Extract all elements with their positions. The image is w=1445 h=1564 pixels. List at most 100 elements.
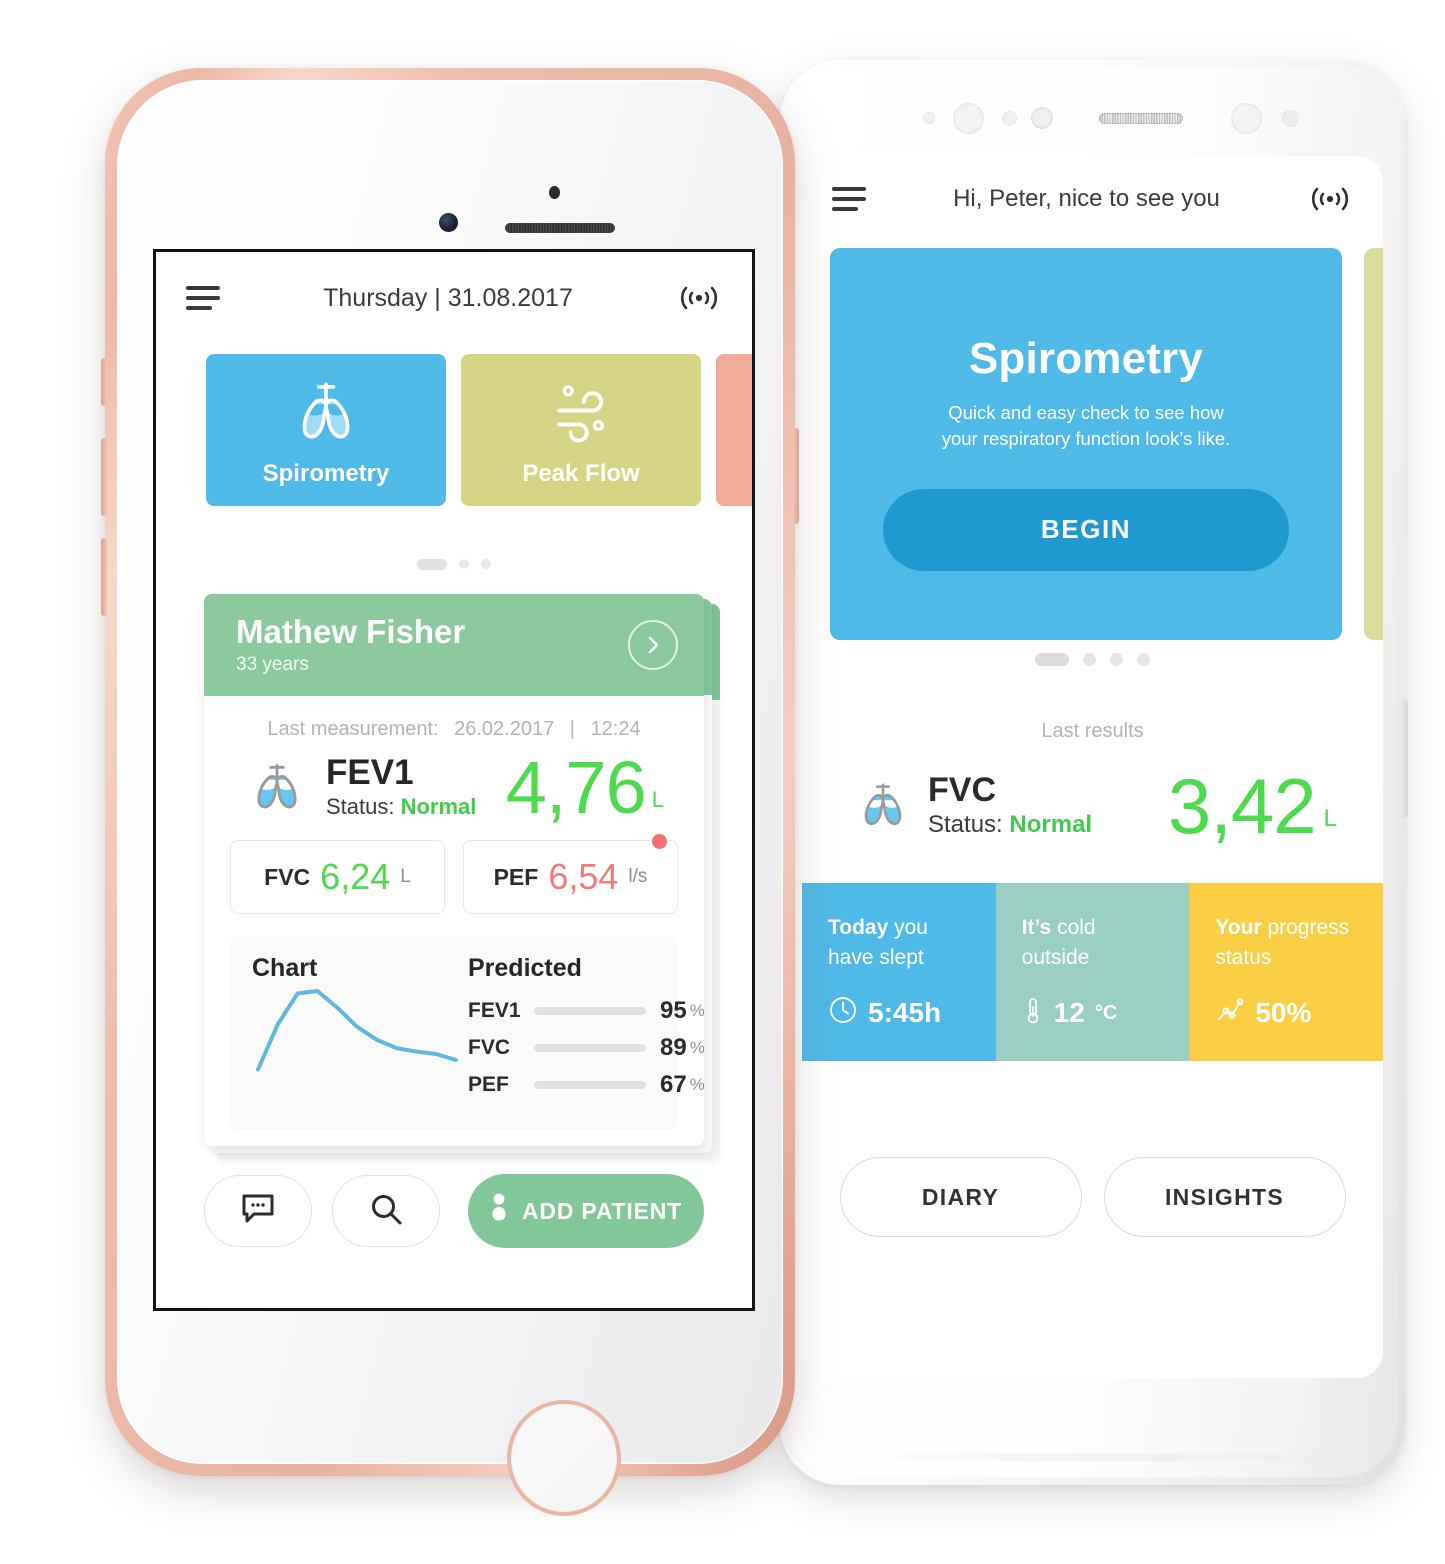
module-tile-peak-flow[interactable]: Peak Flow	[461, 354, 701, 506]
metric-value-group: 3,42 L	[1167, 762, 1337, 850]
hero-subtitle-line2: your respiratory function look’s like.	[941, 428, 1231, 450]
insights-button[interactable]: INSIGHTS	[1103, 1157, 1346, 1238]
patient-app-screen: Hi, Peter, nice to see you Spirometry Qu…	[802, 156, 1383, 1378]
chat-button[interactable]	[204, 1175, 312, 1248]
search-icon	[369, 1192, 403, 1231]
predicted-unit: %	[689, 1001, 704, 1021]
predicted-unit: %	[689, 1075, 704, 1095]
doctor-app-screen: Thursday | 31.08.2017 Spirometry Peak Fl…	[153, 249, 755, 1311]
sensor-dot	[922, 112, 935, 124]
module-tile-spirometry[interactable]: Spirometry	[206, 354, 446, 506]
patient-card-body: Last measurement: 26.02.2017 | 12:24 FEV…	[204, 696, 704, 1146]
add-patient-button[interactable]: ADD PATIENT	[468, 1174, 704, 1249]
spirometry-hero-card[interactable]: Spirometry Quick and easy check to see h…	[830, 248, 1342, 640]
chevron-right-icon[interactable]	[628, 620, 678, 671]
next-card-peek[interactable]	[1364, 248, 1383, 640]
search-button[interactable]	[332, 1175, 440, 1248]
sleep-tile[interactable]: Today you have slept 5:45h	[802, 883, 996, 1062]
carousel-dot[interactable]	[1110, 652, 1123, 666]
carousel-dot[interactable]	[1083, 652, 1096, 666]
last-measurement-label: Last measurement:	[267, 718, 439, 741]
android-sensor-row	[780, 98, 1405, 138]
alert-dot-icon	[652, 834, 667, 850]
bottom-bezel-strip	[840, 1453, 1345, 1461]
last-measurement-row: Last measurement: 26.02.2017 | 12:24	[230, 718, 678, 741]
weather-tile-line2: outside	[1021, 946, 1090, 969]
metric-card-pef[interactable]: PEF 6,54 l/s	[463, 834, 678, 915]
doctor-app-header: Thursday | 31.08.2017	[156, 252, 752, 344]
patient-card[interactable]: Mathew Fisher 33 years Last measurement:	[204, 594, 704, 1147]
weather-tile-rest: cold	[1051, 916, 1096, 940]
screenshot-stage: Hi, Peter, nice to see you Spirometry Qu…	[0, 0, 1445, 1564]
carousel-dot[interactable]	[1137, 652, 1150, 666]
weather-tile[interactable]: It’s cold outside 12 °C	[995, 883, 1190, 1062]
carousel-dot[interactable]	[459, 559, 469, 569]
module-carousel-dots	[156, 552, 752, 576]
lungs-icon	[854, 777, 912, 835]
status-badge: Normal	[1009, 811, 1093, 839]
metric-key: FVC	[264, 863, 311, 890]
chat-bubble-icon	[241, 1193, 275, 1230]
front-camera-icon	[439, 213, 458, 232]
last-results-heading: Last results	[1041, 720, 1144, 742]
greeting-title: Hi, Peter, nice to see you	[953, 185, 1220, 212]
carousel-dot[interactable]	[481, 559, 491, 569]
predicted-key: FVC	[468, 1036, 510, 1060]
home-button[interactable]	[507, 1400, 621, 1516]
diary-button[interactable]: DIARY	[839, 1157, 1082, 1238]
predicted-key: FEV1	[468, 999, 521, 1023]
chart-section[interactable]: Chart	[252, 954, 462, 1108]
carousel-dot-active[interactable]	[1035, 652, 1069, 666]
module-tile-label: Peak Flow	[522, 460, 640, 487]
proximity-sensor-icon	[549, 186, 560, 199]
metric-key: PEF	[493, 863, 539, 890]
progress-tile-rest: progress	[1261, 916, 1350, 940]
wireless-signal-icon[interactable]	[1307, 182, 1353, 216]
metric-key: FEV1	[326, 753, 414, 793]
metric-status: Status: Normal	[326, 794, 476, 820]
predicted-value: 89	[660, 1034, 687, 1062]
silent-switch[interactable]	[101, 358, 107, 406]
predicted-heading: Predicted	[468, 954, 582, 983]
progress-tile[interactable]: Your progress status 50%	[1189, 883, 1383, 1062]
volume-down-button[interactable]	[101, 538, 107, 616]
metric-value: 4,76	[505, 746, 647, 830]
module-tile-label: Spirometry	[262, 460, 390, 487]
metric-unit: L	[400, 866, 411, 888]
metric-value: 3,42	[1167, 762, 1317, 850]
metric-unit: L	[1323, 805, 1337, 833]
begin-button[interactable]: BEGIN	[883, 488, 1289, 571]
predicted-list: FEV1 95% FVC 89% PEF 67%	[468, 997, 704, 1099]
graph-icon	[1215, 995, 1245, 1032]
module-tile-next-peek[interactable]	[716, 354, 752, 506]
progress-tile-value: 50%	[1255, 997, 1312, 1029]
hamburger-menu-icon[interactable]	[186, 286, 220, 310]
weather-tile-value: 12	[1053, 997, 1085, 1029]
metric-status: Status: Normal	[928, 811, 1092, 839]
module-tiles-carousel: Spirometry Peak Flow	[156, 354, 752, 550]
carousel-dot-active[interactable]	[417, 558, 447, 570]
secondary-metrics-row: FVC 6,24 L PEF 6,54 l/s	[230, 834, 678, 915]
predicted-unit: %	[689, 1038, 704, 1058]
chart-predicted-panel: Chart Predicted FEV1 95% FVC 89% PEF 67%	[230, 936, 704, 1131]
power-button[interactable]	[793, 428, 799, 524]
sensor-dot	[1281, 109, 1299, 127]
patient-card-header[interactable]: Mathew Fisher 33 years	[204, 594, 704, 697]
last-result-row: FVC Status: Normal 3,42 L	[802, 743, 1383, 850]
flow-volume-chart	[256, 989, 458, 1072]
hamburger-menu-icon[interactable]	[832, 187, 866, 211]
predicted-row: PEF 67%	[468, 1071, 704, 1099]
volume-up-button[interactable]	[101, 438, 107, 516]
predicted-row: FEV1 95%	[468, 997, 704, 1025]
progress-tile-strong: Your	[1215, 916, 1262, 940]
wireless-signal-icon[interactable]	[676, 281, 722, 315]
power-button[interactable]	[1401, 700, 1408, 818]
predicted-row: FVC 89%	[468, 1034, 704, 1062]
chart-heading: Chart	[252, 954, 318, 983]
progress-tile-value-group: 50%	[1215, 995, 1383, 1032]
metric-card-fvc[interactable]: FVC 6,24 L	[230, 840, 445, 915]
predicted-value: 95	[660, 997, 687, 1025]
patient-card-stack: Mathew Fisher 33 years Last measurement:	[204, 594, 720, 1161]
hero-subtitle: Quick and easy check to see how your res…	[942, 400, 1231, 453]
sleep-tile-line2: have slept	[828, 946, 924, 969]
